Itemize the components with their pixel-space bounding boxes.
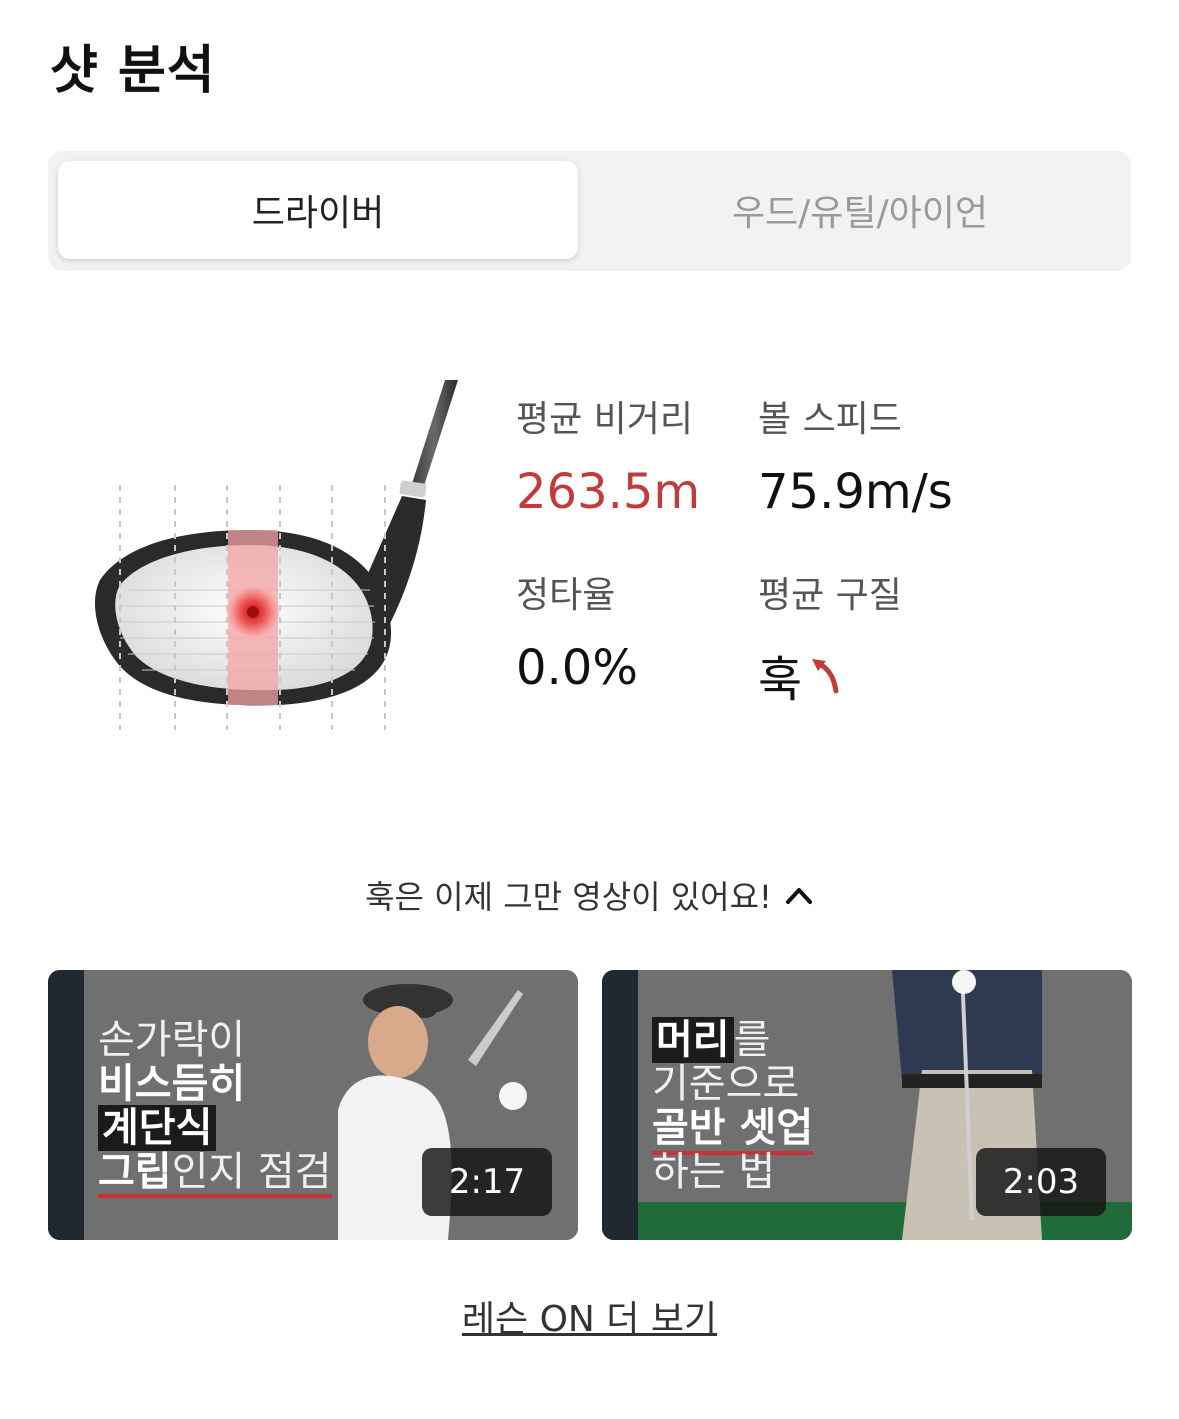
- stat-avg-ball-flight-row: 훅: [758, 640, 902, 710]
- stat-avg-ball-flight-label: 평균 구질: [758, 575, 902, 616]
- stat-avg-distance-value: 263.5m: [516, 464, 701, 520]
- video-prompt-text: 훅은 이제 그만 영상이 있어요!: [365, 878, 772, 916]
- caption-line: 하는 법: [652, 1149, 776, 1195]
- video-card-pelvis-setup[interactable]: 머리 를 기준으로 골반 셋업 하는 법 2:03: [602, 970, 1132, 1240]
- caption-line: 머리: [652, 1017, 734, 1063]
- stat-avg-ball-flight: 평균 구질 훅: [758, 566, 902, 710]
- caption-line: 인지 점검: [171, 1149, 332, 1195]
- stat-ball-speed-label: 볼 스피드: [758, 399, 902, 440]
- stat-ball-speed-value: 75.9m/s: [758, 464, 953, 520]
- club-type-tabs: 드라이버 우드/유틸/아이언: [48, 151, 1131, 271]
- caption-line: 손가락이: [98, 1017, 246, 1063]
- stat-avg-ball-flight-value: 훅: [758, 652, 803, 708]
- caption-line: 비스듬히: [98, 1061, 246, 1107]
- more-lessons-link-wrap: 레슨 ON 더 보기: [0, 1290, 1179, 1342]
- caption-line: 그립: [98, 1149, 172, 1195]
- video-duration-badge: 2:17: [422, 1148, 552, 1216]
- caption-line: 골반 셋업: [652, 1105, 814, 1155]
- stat-sweet-spot-rate-label: 정타율: [516, 575, 616, 616]
- stat-ball-speed: 볼 스피드 75.9m/s: [758, 390, 953, 520]
- page-title: 샷 분석: [50, 41, 216, 101]
- caption-line: 를: [733, 1017, 771, 1063]
- tab-wood-util-iron[interactable]: 우드/유틸/아이언: [600, 161, 1120, 259]
- video-recommendation-header: 훅은 이제 그만 영상이 있어요!: [0, 872, 1179, 918]
- caption-line: 계단식: [98, 1105, 217, 1151]
- caption-line: 기준으로: [652, 1061, 800, 1107]
- stat-sweet-spot-rate-value: 0.0%: [516, 640, 638, 696]
- driver-club-illustration: [95, 380, 458, 730]
- hook-arrow-icon: [812, 659, 839, 694]
- chevron-up-icon[interactable]: [784, 884, 814, 906]
- video-thumbnail-caption: 머리 를 기준으로 골반 셋업 하는 법: [652, 1017, 814, 1195]
- video-thumbnail-caption: 손가락이 비스듬히 계단식 그립인지 점검: [98, 1018, 332, 1198]
- stat-avg-distance: 평균 비거리 263.5m: [516, 390, 700, 520]
- video-duration-badge: 2:03: [976, 1148, 1106, 1216]
- stat-sweet-spot-rate: 정타율 0.0%: [516, 566, 638, 696]
- stat-avg-distance-label: 평균 비거리: [516, 399, 694, 440]
- video-card-grip[interactable]: 손가락이 비스듬히 계단식 그립인지 점검 2:17: [48, 970, 578, 1240]
- more-lessons-link[interactable]: 레슨 ON 더 보기: [462, 1299, 717, 1340]
- tab-driver[interactable]: 드라이버: [58, 161, 578, 259]
